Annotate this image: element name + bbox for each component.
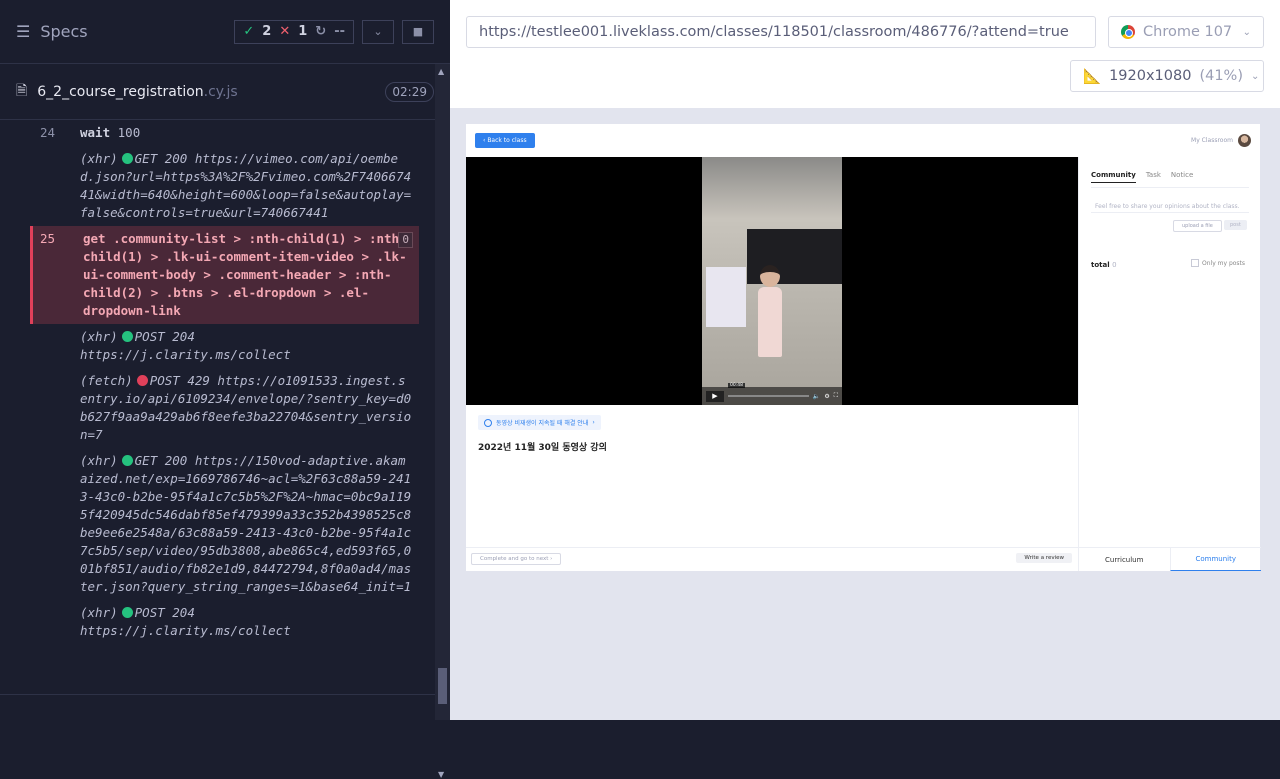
status-dot-icon bbox=[121, 153, 133, 164]
log-row[interactable]: (xhr) POST 204 https://j.clarity.ms/colle… bbox=[30, 600, 419, 644]
complete-next-button[interactable]: Complete and go to next › bbox=[471, 553, 562, 565]
chevron-down-icon: ⌄ bbox=[1251, 70, 1260, 82]
spec-header[interactable]: 🗎 6_2_course_registration.cy.js 02:29 bbox=[0, 64, 450, 120]
upload-file-button[interactable]: upload a file bbox=[1173, 220, 1222, 232]
log-row[interactable]: (xhr) POST 204 https://j.clarity.ms/colle… bbox=[30, 324, 419, 368]
post-button[interactable]: post bbox=[1224, 220, 1247, 230]
log-row-number: 25 bbox=[40, 231, 56, 246]
stop-button[interactable]: ■ bbox=[402, 19, 434, 44]
url-field[interactable]: https://testlee001.liveklass.com/classes… bbox=[466, 16, 1096, 48]
log-row[interactable]: 24 wait 100 bbox=[30, 120, 419, 146]
total-count: total 0 bbox=[1091, 261, 1117, 269]
log-type: (xhr) bbox=[80, 151, 118, 166]
playback-notice[interactable]: 동영상 비재생이 지속될 때 해결 안내 › bbox=[478, 415, 601, 430]
chrome-icon bbox=[1121, 25, 1135, 39]
scroll-up-icon[interactable]: ▲ bbox=[438, 67, 444, 76]
log-text: 100 bbox=[117, 125, 141, 140]
pending-count: -- bbox=[334, 24, 345, 39]
video-content bbox=[706, 267, 746, 327]
browser-toolbar: https://testlee001.liveklass.com/classes… bbox=[450, 0, 1280, 108]
ruler-icon: 📐 bbox=[1083, 68, 1102, 85]
log-type: (xhr) bbox=[80, 329, 118, 344]
chevron-down-icon: ⌄ bbox=[1242, 26, 1251, 38]
avatar[interactable] bbox=[1238, 134, 1251, 147]
scroll-down-icon[interactable]: ▼ bbox=[438, 770, 444, 779]
log-text: GET 200 https://150vod-adaptive.akamaize… bbox=[80, 453, 412, 594]
video-player[interactable]: 00:48 ▶ 🔈 ⚙ ⛶ bbox=[466, 157, 1078, 405]
match-count-badge: 0 bbox=[398, 232, 413, 248]
log-scrollbar[interactable]: ▲ ▼ bbox=[435, 64, 450, 779]
log-row-error[interactable]: 25 get .community-list > :nth-child(1) >… bbox=[30, 226, 419, 324]
app-header: ‹ Back to class My Classroom bbox=[466, 124, 1260, 157]
status-dot-icon bbox=[121, 331, 133, 342]
video-controls: ▶ 🔈 ⚙ ⛶ bbox=[702, 387, 842, 405]
log-row[interactable]: (fetch) POST 429 https://o1091533.ingest.… bbox=[30, 368, 419, 448]
specs-topbar: ☰ Specs ✓ 2 ✕ 1 ↻ -- ⌄ ■ bbox=[0, 0, 450, 64]
preview-panel: https://testlee001.liveklass.com/classes… bbox=[450, 0, 1280, 720]
sidebar-bottom-tabs: Curriculum Community bbox=[1079, 547, 1261, 571]
specs-title-label: Specs bbox=[40, 22, 88, 41]
log-text: .community-list > :nth-child(1) > :nth-c… bbox=[83, 231, 407, 318]
browser-selector[interactable]: Chrome 107 ⌄ bbox=[1108, 16, 1264, 48]
log-row[interactable]: (xhr) GET 200 https://150vod-adaptive.aka… bbox=[30, 448, 419, 600]
log-type: (xhr) bbox=[80, 605, 118, 620]
failed-count: 1 bbox=[298, 24, 308, 39]
test-stats: ✓ 2 ✕ 1 ↻ -- bbox=[234, 19, 354, 44]
tab-community[interactable]: Community bbox=[1091, 171, 1136, 183]
write-review-button[interactable]: Write a review bbox=[1016, 553, 1072, 563]
back-to-class-button[interactable]: ‹ Back to class bbox=[475, 133, 535, 148]
log-row-number: 24 bbox=[40, 125, 56, 140]
divider bbox=[0, 694, 435, 695]
status-dot-icon bbox=[121, 607, 133, 618]
progress-bar[interactable] bbox=[728, 395, 809, 397]
browser-name: Chrome 107 bbox=[1143, 24, 1233, 40]
specs-panel: ☰ Specs ✓ 2 ✕ 1 ↻ -- ⌄ ■ 🗎 6_2_course_regis… bbox=[0, 0, 450, 720]
play-icon[interactable]: ▶ bbox=[706, 390, 724, 402]
my-classroom-link[interactable]: My Classroom bbox=[1191, 134, 1251, 147]
info-icon bbox=[484, 418, 492, 427]
comment-input[interactable]: Feel free to share your opinions about t… bbox=[1091, 201, 1249, 213]
tab-community-bottom[interactable]: Community bbox=[1169, 547, 1261, 571]
video-content bbox=[760, 265, 780, 287]
viewport-scale: (41%) bbox=[1199, 68, 1243, 84]
settings-icon[interactable]: ⚙ bbox=[824, 393, 829, 400]
tab-task[interactable]: Task bbox=[1146, 171, 1161, 183]
fullscreen-icon[interactable]: ⛶ bbox=[834, 392, 838, 400]
viewport-selector[interactable]: 📐 1920x1080 (41%) ⌄ bbox=[1070, 60, 1264, 92]
pending-icon: ↻ bbox=[315, 24, 327, 39]
log-type: (fetch) bbox=[80, 373, 133, 388]
divider bbox=[1091, 187, 1249, 188]
status-dot-icon bbox=[121, 455, 133, 466]
tab-curriculum[interactable]: Curriculum bbox=[1079, 547, 1170, 571]
log-type: (xhr) bbox=[80, 453, 118, 468]
video-frame: 00:48 ▶ 🔈 ⚙ ⛶ bbox=[702, 157, 842, 405]
passed-count: 2 bbox=[262, 24, 272, 39]
specs-title[interactable]: ☰ Specs bbox=[16, 22, 88, 41]
spec-filename: 6_2_course_registration.cy.js bbox=[37, 83, 238, 100]
only-my-posts-checkbox[interactable]: Only my posts bbox=[1191, 259, 1245, 267]
pass-icon: ✓ bbox=[243, 24, 255, 39]
scrollbar-thumb[interactable] bbox=[438, 668, 447, 704]
lesson-footer: Complete and go to next › Write a review bbox=[466, 547, 1078, 571]
command-log: 24 wait 100 (xhr) GET 200 https://vimeo.c… bbox=[30, 120, 419, 684]
menu-icon: ☰ bbox=[16, 22, 31, 41]
log-row[interactable]: (xhr) GET 200 https://vimeo.com/api/oembe… bbox=[30, 146, 419, 226]
log-command: wait bbox=[80, 125, 111, 140]
stop-icon: ■ bbox=[412, 25, 424, 38]
file-icon: 🗎 bbox=[16, 82, 28, 99]
status-dot-icon bbox=[136, 375, 148, 386]
spec-duration: 02:29 bbox=[385, 81, 434, 102]
fail-icon: ✕ bbox=[279, 24, 291, 39]
collapse-button[interactable]: ⌄ bbox=[362, 19, 394, 44]
video-title: 2022년 11월 30일 동영상 강의 bbox=[478, 443, 607, 453]
viewport-size: 1920x1080 bbox=[1109, 68, 1192, 84]
checkbox-icon[interactable] bbox=[1191, 259, 1199, 267]
chevron-down-icon: ⌄ bbox=[373, 25, 383, 38]
video-content bbox=[758, 287, 782, 357]
tab-notice[interactable]: Notice bbox=[1171, 171, 1193, 183]
log-command: get bbox=[83, 231, 106, 246]
app-under-test: ‹ Back to class My Classroom 00:48 ▶ 🔈 ⚙… bbox=[466, 124, 1261, 571]
volume-icon[interactable]: 🔈 bbox=[813, 393, 820, 400]
community-sidebar: Community Task Notice Feel free to share… bbox=[1078, 157, 1261, 571]
